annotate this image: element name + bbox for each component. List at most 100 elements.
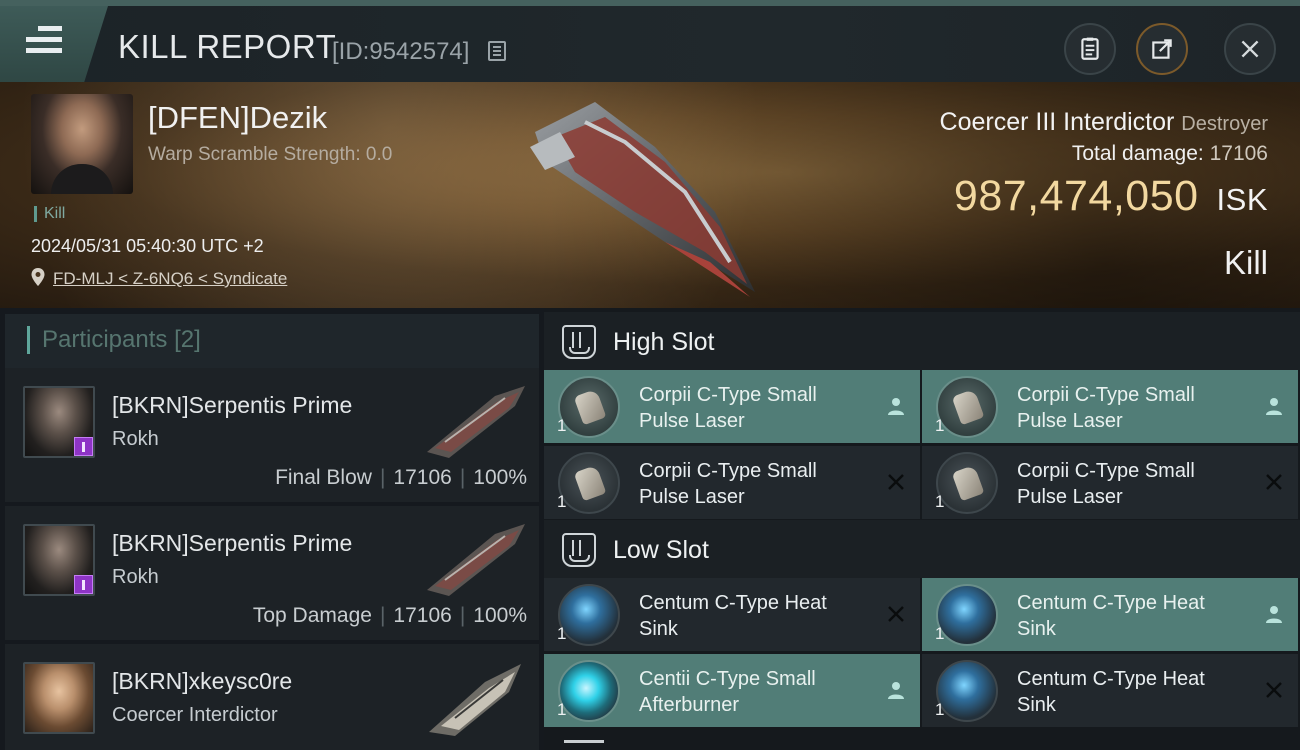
close-icon (1241, 40, 1259, 58)
module-quantity: 1 (935, 492, 945, 511)
isk-value: 987,474,050 ISK (954, 172, 1268, 221)
module-item[interactable]: 1 Corpii C-Type Small Pulse Laser (922, 370, 1298, 443)
participant-card[interactable]: [BKRN]Serpentis Prime Rokh Top Damage | 17… (5, 506, 539, 640)
participant-portrait[interactable] (23, 662, 95, 734)
module-quantity: 1 (935, 700, 945, 719)
module-name: Centii C-Type Small Afterburner (639, 666, 889, 718)
info-badge-icon (74, 575, 93, 594)
participants-title: Participants [2] (27, 326, 201, 354)
participant-role: Final Blow (275, 466, 372, 489)
module-name-line2: Sink (1017, 694, 1056, 716)
participant-ship: Coercer Interdictor (112, 704, 278, 726)
victim-portrait[interactable] (31, 94, 133, 194)
destroyed-x-icon (1266, 682, 1282, 698)
share-button[interactable] (1136, 23, 1188, 75)
dropped-person-icon (1266, 398, 1282, 415)
warp-scramble-strength: Warp Scramble Strength: 0.0 (148, 144, 393, 165)
participant-card[interactable]: [BKRN]xkeysc0re Coercer Interdictor (5, 644, 539, 750)
module-name: Centum C-Type Heat Sink (639, 590, 889, 642)
module-name-line1: Corpii C-Type Small (1017, 460, 1195, 482)
low-slot-icon (562, 533, 596, 567)
participant-ship: Rokh (112, 428, 159, 450)
high-slot-header: High Slot (544, 312, 1300, 370)
participant-name: [BKRN]Serpentis Prime (112, 392, 353, 418)
participant-ship-image (429, 664, 521, 736)
laser-icon (936, 376, 998, 438)
isk-amount: 987,474,050 (953, 172, 1199, 220)
heat-sink-icon (936, 584, 998, 646)
copy-id-icon[interactable] (488, 41, 506, 61)
laser-icon (936, 452, 998, 514)
dropped-person-icon (888, 398, 904, 415)
module-name-line2: Pulse Laser (639, 410, 745, 432)
next-slot-header-peek (564, 740, 604, 750)
module-item[interactable]: 1 Corpii C-Type Small Pulse Laser (544, 370, 920, 443)
top-bar: KILL REPORT [ID:9542574] (0, 0, 1300, 82)
close-button[interactable] (1224, 23, 1276, 75)
kill-result: Kill (1223, 244, 1268, 281)
module-name: Centum C-Type Heat Sink (1017, 666, 1267, 718)
module-name-line1: Centum C-Type Heat (1017, 592, 1205, 614)
module-item[interactable]: 1 Centum C-Type Heat Sink (544, 578, 920, 651)
module-quantity: 1 (935, 416, 945, 435)
participant-stats: Final Blow | 17106 | 100% (275, 466, 527, 489)
total-damage-label: Total damage: (1071, 142, 1204, 165)
module-name-line2: Pulse Laser (1017, 410, 1123, 432)
participant-name: [BKRN]Serpentis Prime (112, 530, 353, 556)
location-pin-icon (31, 268, 45, 286)
participant-name: [BKRN]xkeysc0re (112, 668, 293, 694)
ship-class: Destroyer (1181, 113, 1268, 135)
module-name: Corpii C-Type Small Pulse Laser (639, 382, 889, 434)
kill-timestamp: 2024/05/31 05:40:30 UTC +2 (31, 236, 264, 256)
module-name-line1: Corpii C-Type Small (639, 460, 817, 482)
participant-percent: 100% (473, 466, 527, 489)
participants-panel: Participants [2] [BKRN]Serpentis Prime R… (5, 314, 539, 750)
module-item[interactable]: 1 Centum C-Type Heat Sink (922, 578, 1298, 651)
participant-role: Top Damage (252, 604, 372, 627)
victim-banner: [DFEN]Dezik Warp Scramble Strength: 0.0 … (0, 82, 1300, 308)
module-name-line2: Pulse Laser (639, 486, 745, 508)
participant-ship-image (427, 524, 525, 596)
isk-unit: ISK (1216, 182, 1268, 217)
heat-sink-icon (936, 660, 998, 722)
heat-sink-icon (558, 584, 620, 646)
low-slot-header: Low Slot (544, 520, 1300, 578)
module-name: Corpii C-Type Small Pulse Laser (1017, 382, 1267, 434)
participant-card[interactable]: [BKRN]Serpentis Prime Rokh Final Blow | 17… (5, 368, 539, 502)
participant-damage: 17106 (393, 604, 452, 627)
module-item[interactable]: 1 Corpii C-Type Small Pulse Laser (922, 446, 1298, 519)
clipboard-button[interactable] (1064, 23, 1116, 75)
total-damage-value: 17106 (1209, 142, 1268, 165)
module-item[interactable]: 1 Centum C-Type Heat Sink (922, 654, 1298, 727)
menu-button[interactable] (0, 6, 108, 82)
module-name-line2: Afterburner (639, 694, 740, 716)
victim-name[interactable]: [DFEN]Dezik (148, 100, 327, 136)
module-name: Corpii C-Type Small Pulse Laser (1017, 458, 1267, 510)
location-link[interactable]: FD-MLJ < Z-6NQ6 < Syndicate (53, 269, 287, 289)
module-item[interactable]: 1 Corpii C-Type Small Pulse Laser (544, 446, 920, 519)
module-name-line1: Centum C-Type Heat (639, 592, 827, 614)
module-item[interactable]: 1 Centii C-Type Small Afterburner (544, 654, 920, 727)
low-slot-label: Low Slot (613, 536, 709, 564)
laser-icon (558, 452, 620, 514)
module-name: Corpii C-Type Small Pulse Laser (639, 458, 889, 510)
afterburner-icon (558, 660, 620, 722)
page-title: KILL REPORT (118, 28, 337, 65)
fitting-panel: High Slot 1 Corpii C-Type Small Pulse Las… (544, 308, 1300, 750)
module-quantity: 1 (557, 700, 567, 719)
destroyed-x-icon (1266, 474, 1282, 490)
module-name: Centum C-Type Heat Sink (1017, 590, 1267, 642)
hamburger-icon (26, 26, 62, 59)
high-slot-icon (562, 325, 596, 359)
laser-icon (558, 376, 620, 438)
participant-damage: 17106 (393, 466, 452, 489)
participants-label: Participants (42, 326, 168, 353)
module-quantity: 1 (557, 416, 567, 435)
total-damage: Total damage: 17106 (1072, 142, 1268, 166)
participant-ship-image (427, 386, 525, 458)
module-name-line2: Sink (1017, 618, 1056, 640)
victim-ship-name[interactable]: Coercer III Interdictor Destroyer (940, 108, 1268, 137)
high-slot-label: High Slot (613, 328, 715, 356)
participant-percent: 100% (473, 604, 527, 627)
ship-name-text: Coercer III Interdictor (939, 108, 1175, 136)
